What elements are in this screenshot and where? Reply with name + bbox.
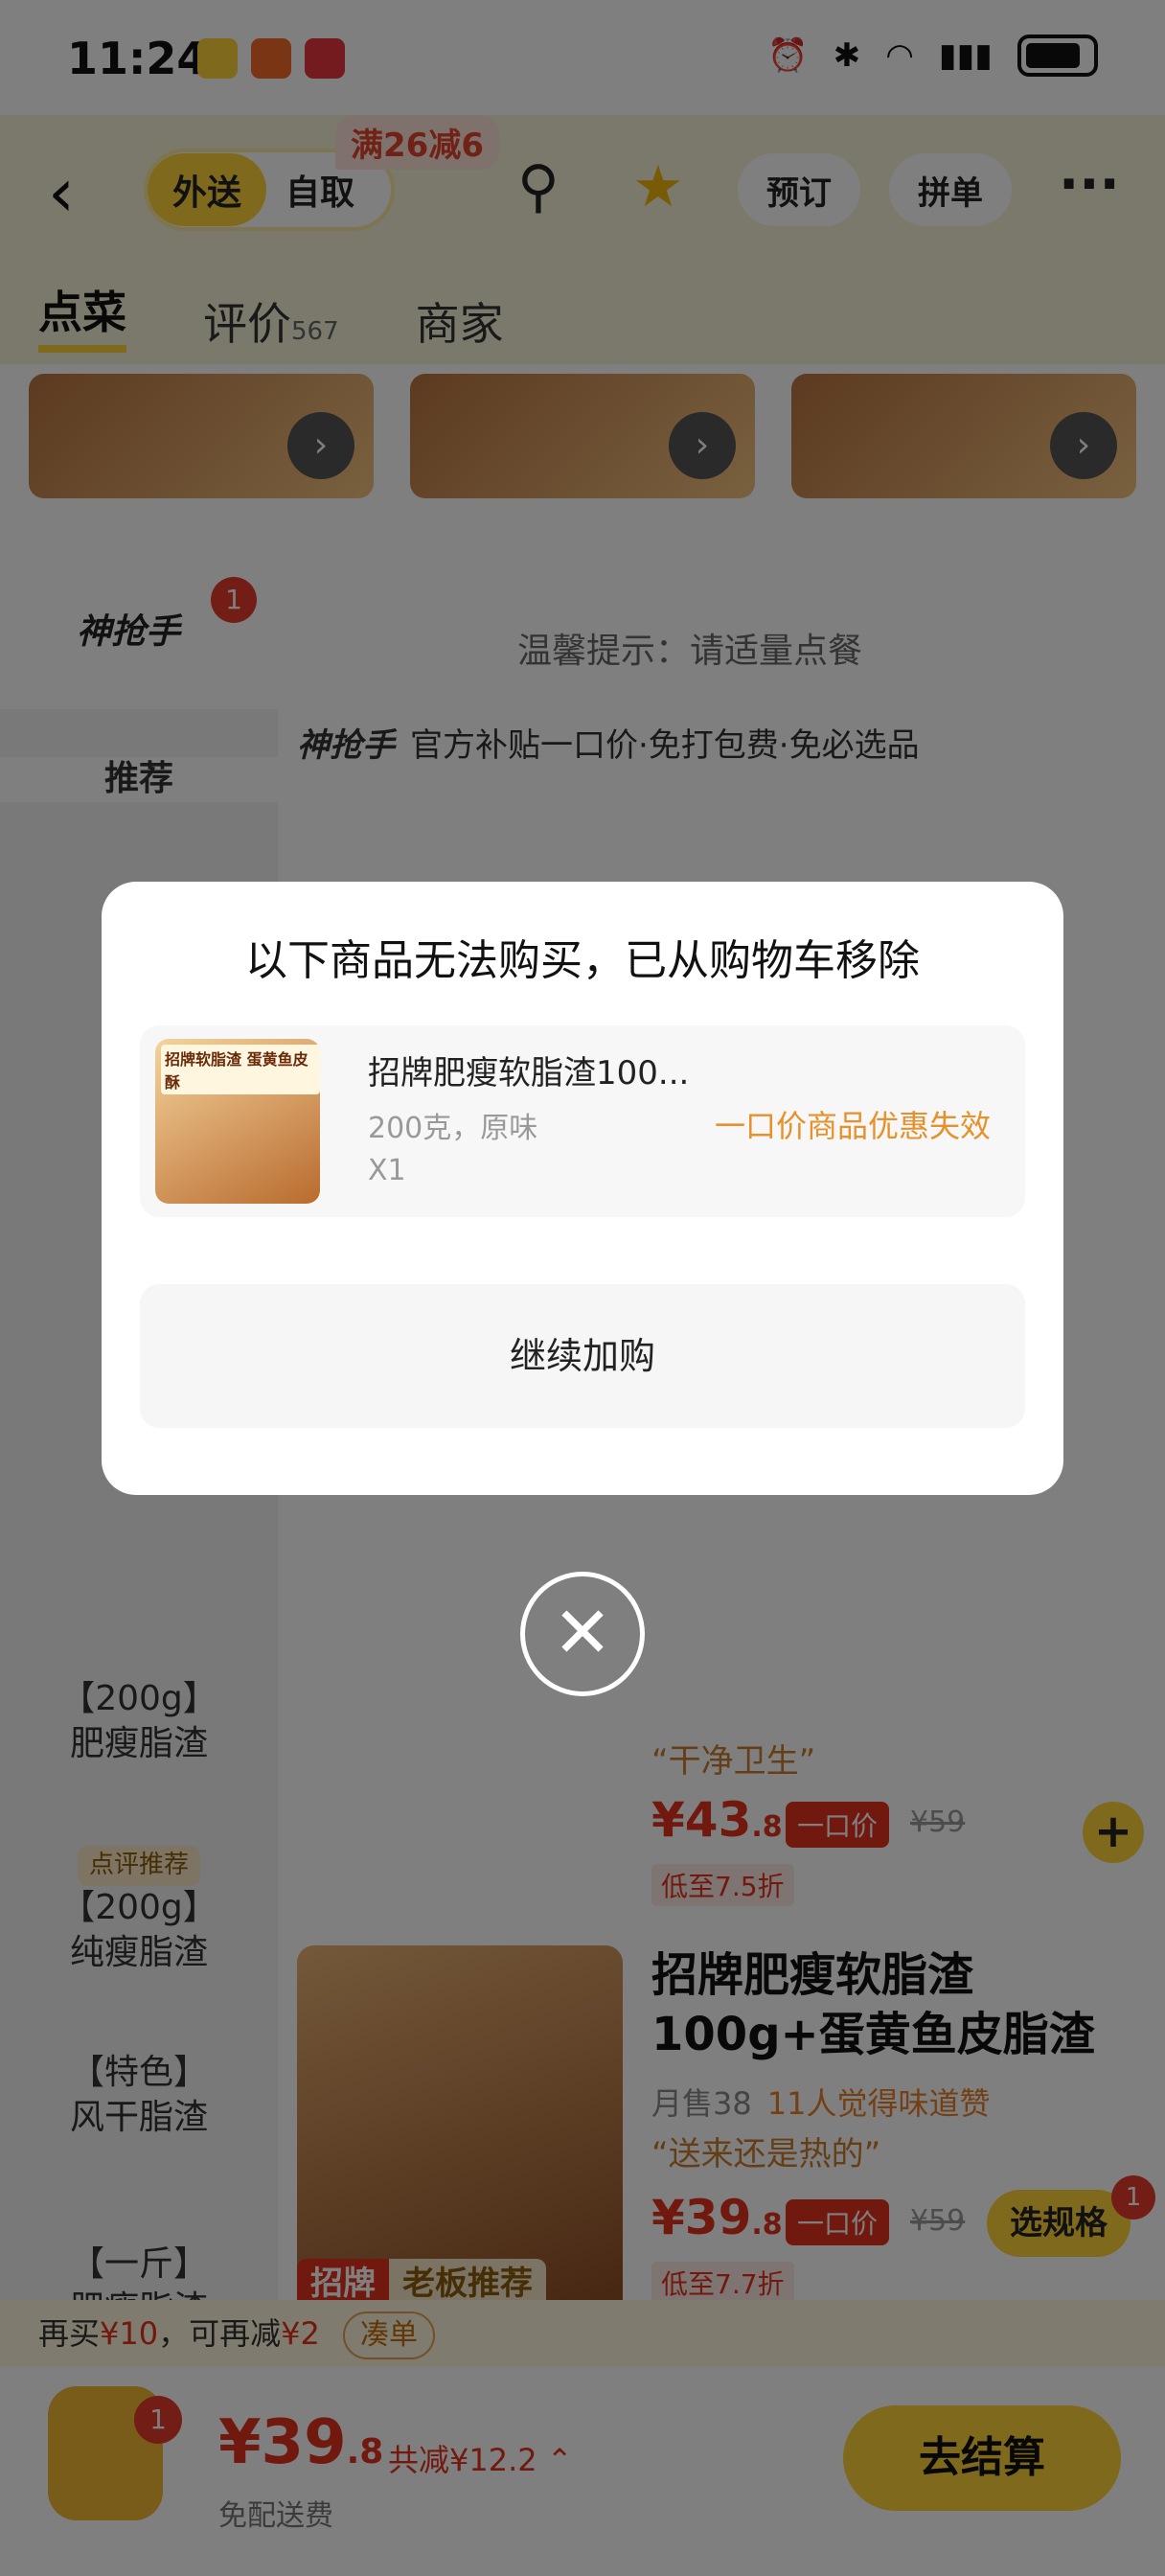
item-quantity: X1	[368, 1154, 406, 1187]
removed-items-dialog: 以下商品无法购买，已从购物车移除 招牌软脂渣 蛋黄鱼皮酥 招牌肥瘦软脂渣100.…	[102, 882, 1063, 1495]
item-thumbnail: 招牌软脂渣 蛋黄鱼皮酥	[155, 1039, 320, 1204]
close-icon[interactable]: ✕	[520, 1572, 645, 1696]
item-removal-reason: 一口价商品优惠失效	[714, 1108, 991, 1144]
item-name: 招牌肥瘦软脂渣100...	[368, 1054, 690, 1092]
item-spec: 200克，原味	[368, 1112, 538, 1145]
removed-item: 招牌软脂渣 蛋黄鱼皮酥 招牌肥瘦软脂渣100... 200克，原味 X1 一口价…	[140, 1025, 1025, 1217]
dialog-title: 以下商品无法购买，已从购物车移除	[245, 936, 920, 985]
continue-shopping-button[interactable]: 继续加购	[140, 1284, 1025, 1428]
thumbnail-label: 招牌软脂渣 蛋黄鱼皮酥	[161, 1045, 320, 1094]
